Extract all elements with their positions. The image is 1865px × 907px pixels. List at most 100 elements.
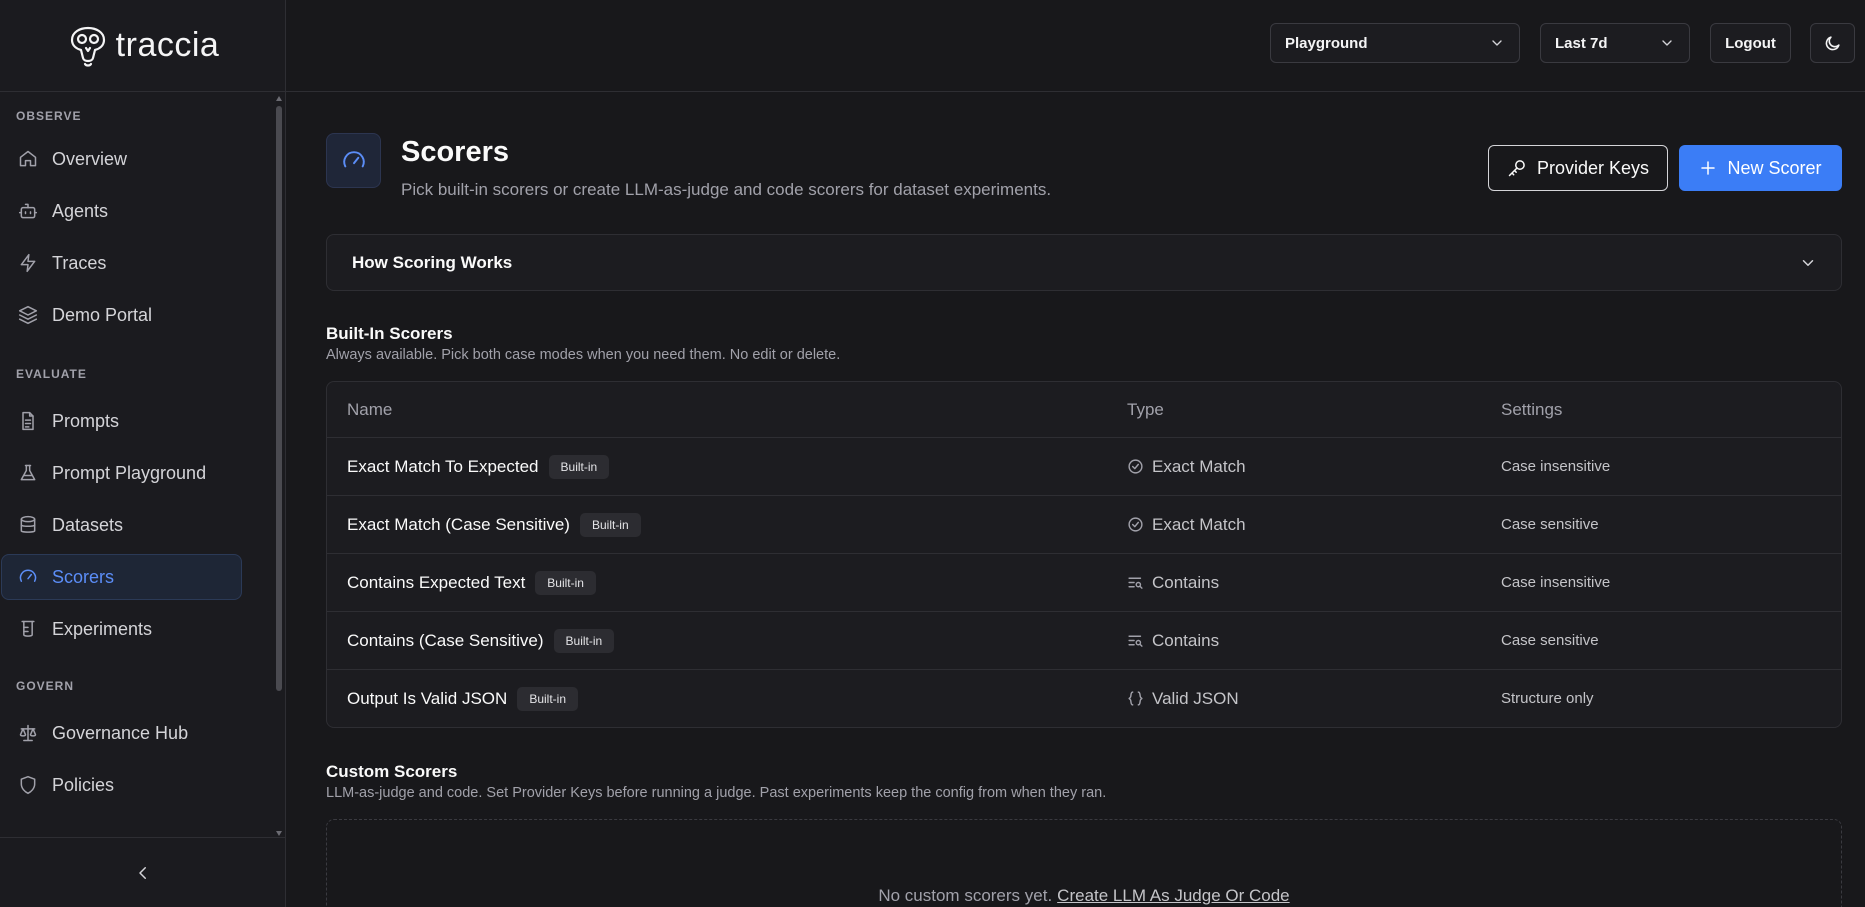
sidebar-item-agents[interactable]: Agents <box>1 188 242 234</box>
scorer-type: Exact Match <box>1152 456 1246 476</box>
builtin-badge: Built-in <box>548 454 610 479</box>
table-header: Name Type Settings <box>327 382 1841 437</box>
scorer-settings: Structure only <box>1501 689 1594 707</box>
check-circle-icon <box>1128 517 1143 532</box>
scorer-settings: Case sensitive <box>1501 515 1599 533</box>
empty-state-text: No custom scorers yet. <box>878 886 1053 905</box>
text-search-icon <box>1128 635 1143 647</box>
scorer-type: Contains <box>1152 630 1220 650</box>
logout-label: Logout <box>1725 34 1776 52</box>
sidebar-item-label: Policies <box>52 774 115 795</box>
scorer-name: Contains Expected Text <box>347 572 526 592</box>
nav-section-govern: GOVERN <box>16 679 75 693</box>
sidebar-item-label: Prompt Playground <box>52 462 207 483</box>
sidebar-item-label: Overview <box>52 148 128 169</box>
builtin-section-subtitle: Always available. Pick both case modes w… <box>326 347 841 363</box>
provider-keys-label: Provider Keys <box>1536 157 1650 178</box>
scorer-type: Valid JSON <box>1152 688 1239 708</box>
sidebar-item-prompts[interactable]: Prompts <box>1 398 242 444</box>
beaker-icon <box>21 620 35 637</box>
scorer-name: Exact Match To Expected <box>347 456 539 476</box>
scroll-up-arrow[interactable] <box>276 96 282 101</box>
accordion-label: How Scoring Works <box>352 252 513 272</box>
layers-icon <box>18 305 38 325</box>
flask-icon <box>20 464 36 481</box>
table-row[interactable]: Output Is Valid JSON Built-in Valid JSON… <box>327 669 1841 727</box>
key-icon <box>1508 160 1525 177</box>
table-row[interactable]: Contains Expected Text Built-in Contains… <box>327 553 1841 611</box>
project-select[interactable]: Playground <box>1270 23 1520 63</box>
scrollbar-thumb[interactable] <box>276 106 282 691</box>
time-range-select[interactable]: Last 7d <box>1540 23 1690 63</box>
sidebar-item-label: Prompts <box>52 410 120 431</box>
check-circle-icon <box>1128 459 1143 474</box>
sidebar-item-policies[interactable]: Policies <box>1 762 242 808</box>
custom-section-title: Custom Scorers <box>326 762 458 781</box>
sidebar-item-label: Demo Portal <box>52 304 153 325</box>
new-scorer-label: New Scorer <box>1727 157 1822 178</box>
traccia-logo-icon <box>70 26 105 67</box>
scorer-name: Output Is Valid JSON <box>347 688 508 708</box>
logo-text: traccia <box>115 26 220 64</box>
builtin-badge: Built-in <box>517 686 578 711</box>
sidebar-item-governance-hub[interactable]: Governance Hub <box>1 710 242 756</box>
chevron-down-icon <box>1802 259 1814 266</box>
sidebar-item-scorers[interactable]: Scorers <box>1 554 242 600</box>
sidebar-item-demo-portal[interactable]: Demo Portal <box>1 292 242 338</box>
column-header-name: Name <box>347 399 393 419</box>
database-icon <box>20 515 36 533</box>
provider-keys-button[interactable]: Provider Keys <box>1488 145 1668 191</box>
column-header-settings: Settings <box>1501 399 1563 419</box>
sidebar-item-overview[interactable]: Overview <box>1 136 242 182</box>
home-icon <box>19 150 37 167</box>
scorer-name: Contains (Case Sensitive) <box>347 630 544 650</box>
file-text-icon <box>22 411 34 431</box>
braces-icon <box>1128 691 1143 706</box>
sidebar-item-traces[interactable]: Traces <box>1 240 242 286</box>
page-title: Scorers <box>401 136 510 168</box>
text-search-icon <box>1128 577 1143 589</box>
logout-button[interactable]: Logout <box>1710 23 1791 63</box>
scorer-type: Contains <box>1152 572 1220 592</box>
table-row[interactable]: Exact Match (Case Sensitive) Built-in Ex… <box>327 495 1841 553</box>
shield-icon <box>20 775 36 795</box>
sidebar: traccia OBSERVE Overview Agents Traces D… <box>0 0 286 907</box>
chevron-left-icon[interactable] <box>134 864 152 882</box>
app-logo[interactable]: traccia <box>0 0 285 92</box>
nav-section-evaluate: EVALUATE <box>16 367 87 381</box>
sidebar-scrollbar[interactable] <box>275 96 283 836</box>
sidebar-item-experiments[interactable]: Experiments <box>1 606 242 652</box>
time-range-value: Last 7d <box>1555 34 1608 52</box>
nav-section-observe: OBSERVE <box>16 109 82 123</box>
sidebar-item-prompt-playground[interactable]: Prompt Playground <box>1 450 242 496</box>
plus-icon <box>1701 161 1716 175</box>
create-scorer-link[interactable]: Create LLM As Judge Or Code <box>1057 886 1289 907</box>
sidebar-item-label: Datasets <box>52 514 124 535</box>
sidebar-collapse-bar <box>0 837 285 907</box>
scorer-settings: Case insensitive <box>1501 573 1611 591</box>
builtin-scorers-table: Name Type Settings Exact Match To Expect… <box>326 381 1842 728</box>
table-row[interactable]: Exact Match To Expected Built-in Exact M… <box>327 437 1841 495</box>
chevron-down-icon <box>1662 40 1672 46</box>
sidebar-item-label: Scorers <box>52 566 115 587</box>
scroll-down-arrow[interactable] <box>276 831 282 836</box>
how-scoring-works-accordion[interactable]: How Scoring Works <box>326 234 1842 291</box>
gauge-icon <box>342 150 365 167</box>
new-scorer-button[interactable]: New Scorer <box>1679 145 1842 191</box>
builtin-badge: Built-in <box>535 570 596 595</box>
page-icon <box>326 133 381 188</box>
sidebar-item-datasets[interactable]: Datasets <box>1 502 242 548</box>
custom-section-subtitle: LLM-as-judge and code. Set Provider Keys… <box>326 785 1107 801</box>
theme-toggle-button[interactable] <box>1810 23 1855 63</box>
moon-icon <box>1825 35 1840 50</box>
table-row[interactable]: Contains (Case Sensitive) Built-in Conta… <box>327 611 1841 669</box>
project-select-value: Playground <box>1285 34 1368 52</box>
column-header-type: Type <box>1127 399 1164 419</box>
top-bar: Playground Last 7d Logout <box>286 0 1865 92</box>
sidebar-item-label: Agents <box>52 200 109 221</box>
scorer-name: Exact Match (Case Sensitive) <box>347 514 570 534</box>
chevron-down-icon <box>1492 40 1502 46</box>
sidebar-nav: OBSERVE Overview Agents Traces Demo Port… <box>0 92 271 837</box>
sidebar-item-label: Traces <box>52 252 107 273</box>
gauge-icon <box>19 569 37 582</box>
